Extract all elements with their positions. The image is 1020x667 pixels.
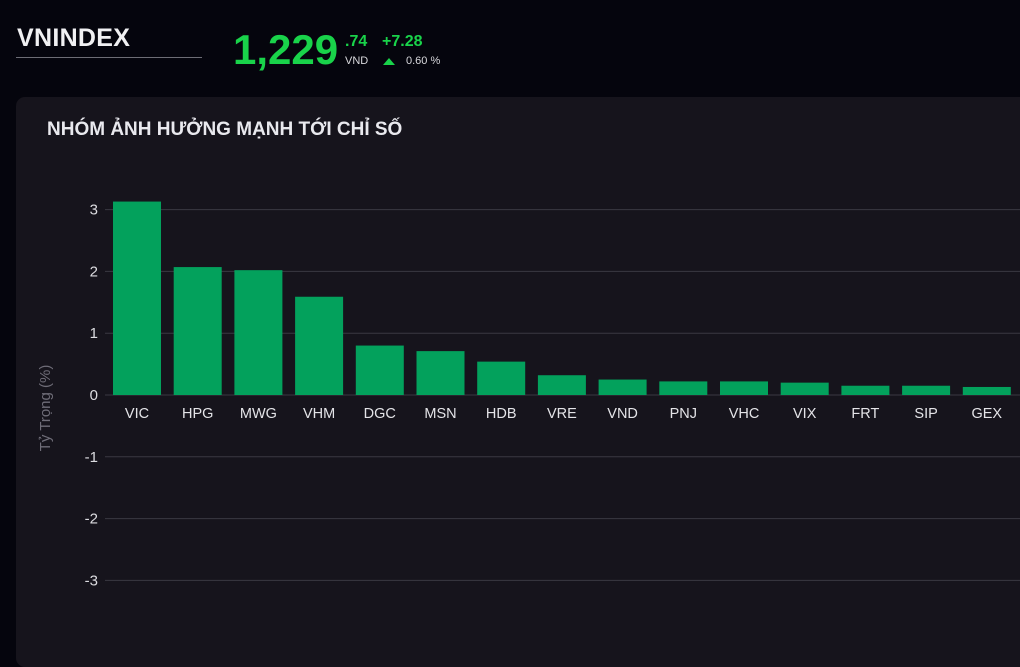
x-tick-label: MWG [240,406,277,422]
y-tick-label: 2 [90,263,98,280]
x-tick-label: PNJ [670,406,697,422]
bar [598,379,647,395]
x-tick-label: VRE [547,406,577,422]
x-tick-label: DGC [364,406,396,422]
bar [902,385,951,395]
x-tick-label: SIP [914,406,937,422]
impact-bar-chart: 3 2 1 0 -1 -2 -3 Tỷ Trọng (%) VIC HPG MWG VHM DGC MSN… [37,201,1020,589]
x-tick-label: VIC [125,406,149,422]
x-tick-label: HDB [486,406,517,422]
bar [659,381,708,395]
y-tick-label: -3 [85,572,98,589]
bar [416,351,465,395]
y-tick-label: -2 [85,511,98,528]
bar [780,382,829,395]
bar [477,361,526,395]
x-tick-label: MSN [424,406,456,422]
y-tick-label: 3 [90,202,98,219]
x-tick-label: VND [607,406,638,422]
x-tick-label: VIX [793,406,817,422]
x-tick-label: HPG [182,406,213,422]
bar [355,345,404,395]
x-tick-label: GEX [971,406,1002,422]
y-tick-label: -1 [85,449,98,466]
bar [173,267,222,395]
bar [537,375,586,395]
y-tick-label: 0 [90,387,98,404]
bar [962,386,1011,395]
y-tick-label: 1 [90,325,98,342]
x-tick-label: VHM [303,406,335,422]
bar [720,381,768,395]
bar [841,385,890,395]
bar [113,201,161,395]
y-axis-label: Tỷ Trọng (%) [37,365,54,452]
bar [295,296,344,395]
x-tick-label: FRT [851,406,879,422]
bar [234,270,283,395]
x-tick-label: VHC [729,406,760,422]
